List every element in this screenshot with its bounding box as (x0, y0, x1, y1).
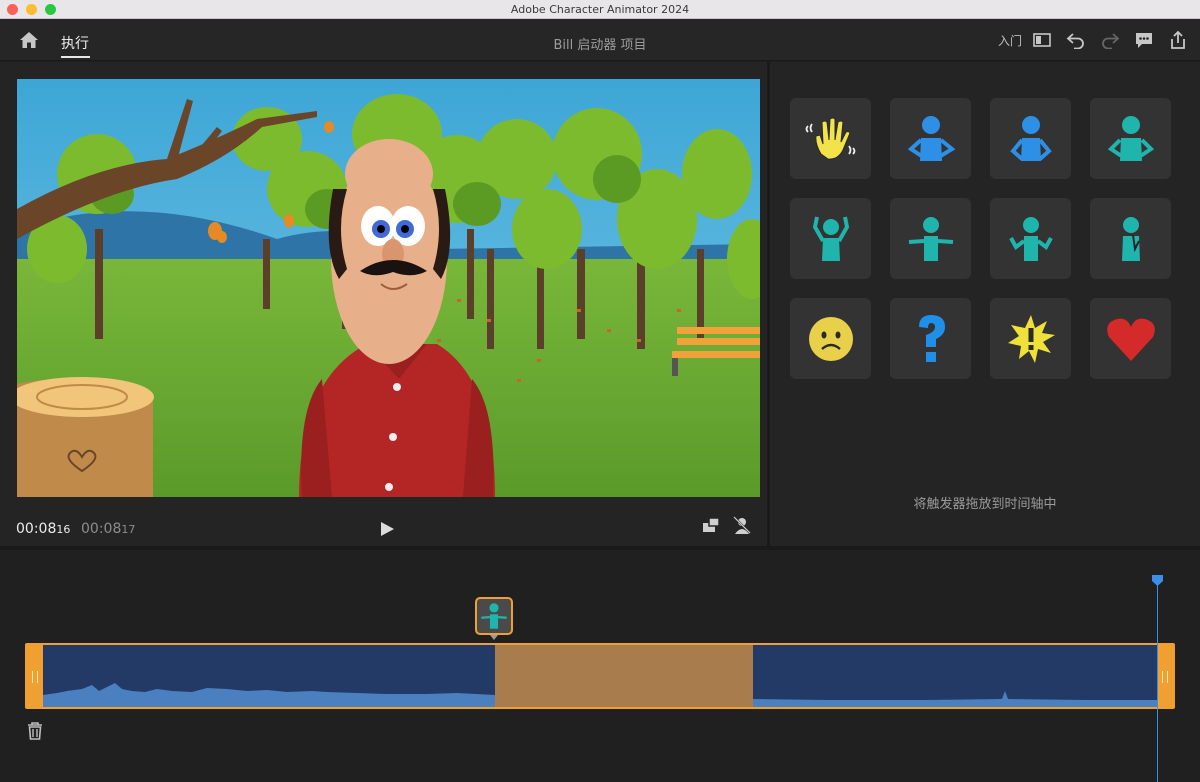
header-toolbar: 入门 (998, 30, 1188, 50)
trigger-question-mark[interactable] (890, 298, 971, 379)
camera-input-icon (732, 515, 752, 535)
track-trim-handle-left[interactable] (27, 645, 43, 707)
pose-thinking-icon (1121, 216, 1140, 261)
intro-link[interactable]: 入门 (998, 32, 1022, 49)
audio-track[interactable] (25, 643, 1175, 709)
app-header: 执行 Bill 启动器 项目 入门 (0, 19, 1200, 61)
track-trim-handle-right[interactable] (1157, 645, 1173, 707)
playhead[interactable] (1151, 572, 1164, 586)
scene-preview (17, 79, 760, 497)
scene-illustration (17, 79, 760, 497)
current-time: 00:0816 (16, 521, 70, 537)
title-bar: Adobe Character Animator 2024 (0, 0, 1200, 19)
pose-hands-on-hips-icon (1009, 115, 1052, 161)
camera-input-button[interactable] (731, 514, 753, 536)
redo-button[interactable] (1100, 30, 1120, 50)
panel-layout-icon (1033, 33, 1051, 47)
trigger-heart[interactable] (1090, 298, 1171, 379)
trash-icon (28, 722, 42, 740)
trigger-arms-raised[interactable] (790, 198, 871, 279)
trigger-arms-out[interactable] (890, 198, 971, 279)
heart-icon (1106, 318, 1155, 361)
trigger-arms-down-left[interactable] (890, 98, 971, 179)
delete-button[interactable] (26, 721, 44, 741)
playhead-line (1157, 582, 1158, 782)
trigger-hands-on-hips[interactable] (990, 98, 1071, 179)
scene-panel: 00:0816 00:0817 (0, 62, 767, 546)
trigger-wave-hands[interactable] (790, 98, 871, 179)
triggers-panel: 将触发器拖放到时间轴中 (770, 62, 1200, 546)
play-icon (381, 522, 394, 536)
pose-arms-crossed-icon (1107, 115, 1154, 161)
current-time-value: 00:08 (16, 521, 57, 537)
bench (672, 327, 760, 358)
share-icon (1171, 30, 1185, 49)
pose-arms-out-icon (908, 216, 953, 261)
exclamation-burst-icon (1007, 314, 1055, 363)
window-title: Adobe Character Animator 2024 (510, 3, 690, 16)
total-time-frame: 17 (121, 523, 136, 536)
play-button[interactable] (378, 520, 396, 538)
pose-shrug-icon (1008, 216, 1053, 261)
sad-face-icon (808, 316, 853, 361)
trigger-grid (790, 98, 1171, 379)
timeline-panel (0, 550, 1200, 782)
stage-view-button[interactable] (701, 515, 721, 535)
total-time-value: 00:08 (81, 521, 122, 537)
trigger-hand-on-chin[interactable] (1090, 198, 1171, 279)
question-mark-icon (918, 314, 945, 362)
trigger-exclamation-burst[interactable] (990, 298, 1071, 379)
waving-hand-icon (805, 117, 855, 160)
feedback-button[interactable] (1134, 30, 1154, 50)
undo-icon (1066, 33, 1084, 49)
pose-arms-out-icon (481, 603, 507, 629)
playhead-marker-icon (1152, 575, 1163, 586)
active-tab-indicator (61, 56, 90, 58)
redo-icon (1102, 33, 1120, 49)
selected-trigger-segment[interactable] (495, 645, 753, 707)
total-time: 00:0817 (81, 521, 135, 537)
pose-arms-down-icon (907, 115, 955, 161)
trigger-marker[interactable] (475, 597, 513, 635)
pose-arms-raised-icon (812, 216, 849, 261)
trigger-shrug[interactable] (990, 198, 1071, 279)
trigger-sad-face[interactable] (790, 298, 871, 379)
stage-view-icon (703, 517, 720, 532)
trigger-arms-crossed[interactable] (1090, 98, 1171, 179)
panel-layout-button[interactable] (1032, 30, 1052, 50)
share-button[interactable] (1168, 30, 1188, 50)
drop-hint-text: 将触发器拖放到时间轴中 (913, 497, 1057, 512)
feedback-icon (1136, 33, 1152, 48)
trigger-marker-pointer (490, 635, 498, 640)
undo-button[interactable] (1066, 30, 1086, 50)
current-time-frame: 16 (56, 523, 71, 536)
